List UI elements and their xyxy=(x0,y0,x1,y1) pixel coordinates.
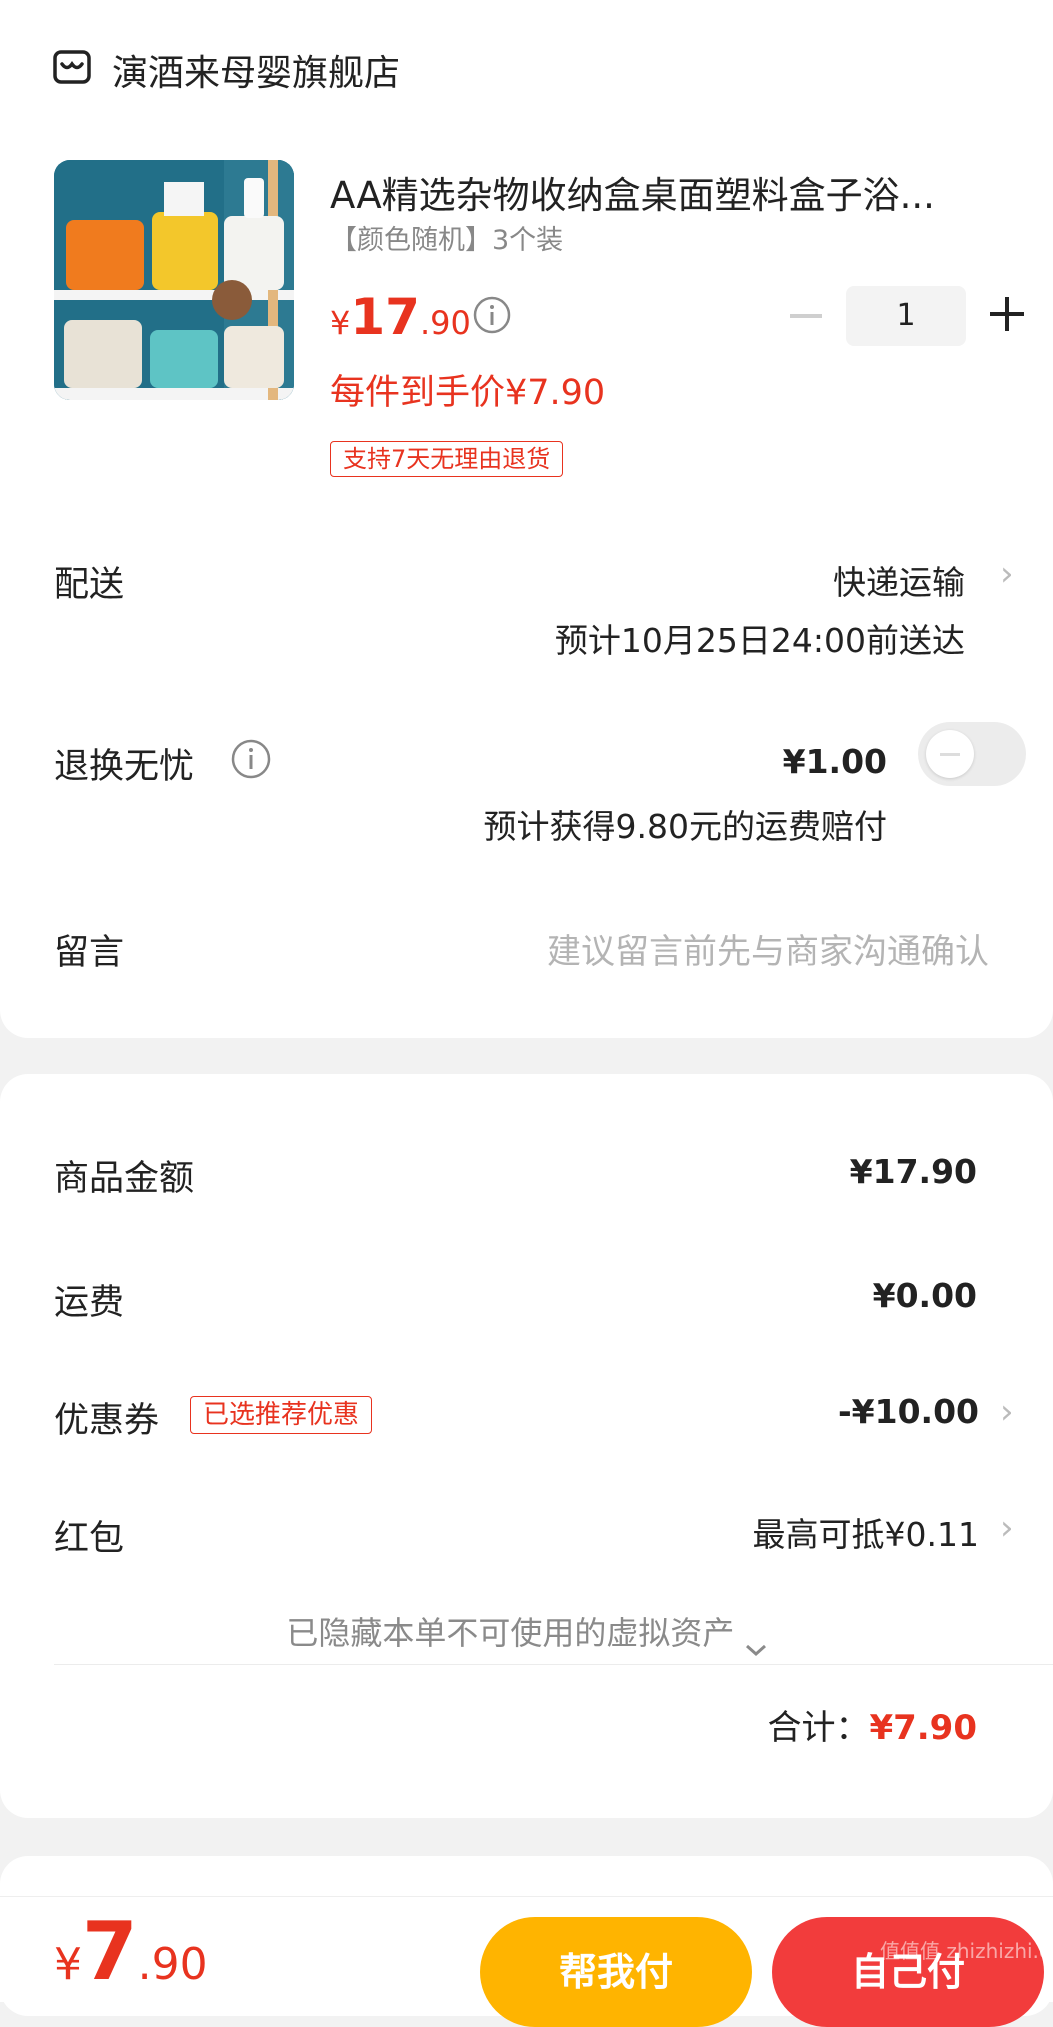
worry-free-info-icon[interactable] xyxy=(230,738,272,780)
chevron-right-icon[interactable]: › xyxy=(1000,1508,1014,1548)
worry-free-note: 预计获得9.80元的运费赔付 xyxy=(483,807,887,846)
worry-free-toggle[interactable] xyxy=(918,722,1026,786)
goods-amount-value: ¥17.90 xyxy=(849,1152,977,1191)
store-icon xyxy=(52,48,92,88)
price-integer: 17 xyxy=(350,288,420,346)
chevron-right-icon[interactable]: › xyxy=(1000,1392,1014,1432)
red-packet-label: 红包 xyxy=(54,1519,125,1559)
worry-free-price: ¥1.00 xyxy=(782,742,887,781)
watermark: 值值值 zhizhizhi.com xyxy=(880,1939,1053,1963)
footer-price: ¥7.90 xyxy=(54,1905,208,1998)
footer-price-decimal: .90 xyxy=(137,1939,208,1990)
hidden-assets-text: 已隐藏本单不可使用的虚拟资产 xyxy=(286,1614,735,1652)
delivery-method[interactable]: 快递运输 xyxy=(833,556,965,604)
red-packet-value[interactable]: 最高可抵¥0.11 xyxy=(753,1508,979,1556)
total-value: ¥7.90 xyxy=(869,1708,977,1748)
bottom-pay-bar: ¥7.90 帮我付 自己付 值值值 zhizhizhi.com xyxy=(0,1896,1053,2027)
help-me-pay-button[interactable]: 帮我付 xyxy=(480,1917,752,2027)
price-info-icon[interactable] xyxy=(472,295,512,335)
decrease-quantity-button[interactable] xyxy=(790,314,822,318)
shipping-fee-value: ¥0.00 xyxy=(872,1276,977,1315)
divider xyxy=(54,1664,1053,1665)
total-label: 合计： xyxy=(767,1708,870,1748)
unit-price: 每件到手价¥7.90 xyxy=(330,373,606,413)
price-summary-card: 商品金额 ¥17.90 运费 ¥0.00 优惠券 已选推荐优惠 -¥10.00 … xyxy=(0,1074,1053,1818)
order-card: 演酒来母婴旗舰店 AA精选杂物收纳盒桌面塑料盒子浴... 【颜色随机】3个装 ¥… xyxy=(0,0,1053,1038)
return-policy-tag: 支持7天无理由退货 xyxy=(330,441,564,477)
toggle-knob xyxy=(926,730,974,778)
product-spec: 【颜色随机】3个装 xyxy=(330,225,564,256)
self-pay-button[interactable]: 自己付 xyxy=(772,1917,1044,2027)
hidden-assets-toggle[interactable]: 已隐藏本单不可使用的虚拟资产 xyxy=(0,1608,1053,1657)
chevron-down-icon xyxy=(745,1628,767,1657)
price-symbol: ¥ xyxy=(330,304,351,342)
coupon-tag: 已选推荐优惠 xyxy=(190,1396,373,1434)
message-label: 留言 xyxy=(54,933,125,973)
worry-free-label: 退换无忧 xyxy=(54,747,195,787)
shipping-fee-label: 运费 xyxy=(54,1283,125,1323)
store-name: 演酒来母婴旗舰店 xyxy=(112,53,401,94)
store-header[interactable]: 演酒来母婴旗舰店 xyxy=(52,44,652,94)
delivery-label: 配送 xyxy=(54,565,125,605)
delivery-eta: 预计10月25日24:00前送达 xyxy=(554,621,965,660)
coupon-label: 优惠券 xyxy=(54,1401,160,1441)
increase-quantity-button[interactable] xyxy=(990,297,1024,331)
footer-price-integer: 7 xyxy=(82,1905,138,1998)
order-total: 合计：¥7.90 xyxy=(767,1700,977,1749)
product-image[interactable] xyxy=(54,160,294,400)
message-input[interactable]: 建议留言前先与商家沟通确认 xyxy=(547,924,989,973)
price-decimal: .90 xyxy=(419,304,471,342)
product-price: ¥17.90 xyxy=(330,288,471,346)
quantity-input[interactable]: 1 xyxy=(846,286,966,346)
goods-amount-label: 商品金额 xyxy=(54,1159,195,1199)
chevron-right-icon[interactable]: › xyxy=(1000,554,1014,594)
coupon-value[interactable]: -¥10.00 xyxy=(838,1392,979,1431)
footer-price-symbol: ¥ xyxy=(54,1939,82,1990)
product-title[interactable]: AA精选杂物收纳盒桌面塑料盒子浴... xyxy=(330,165,1030,219)
